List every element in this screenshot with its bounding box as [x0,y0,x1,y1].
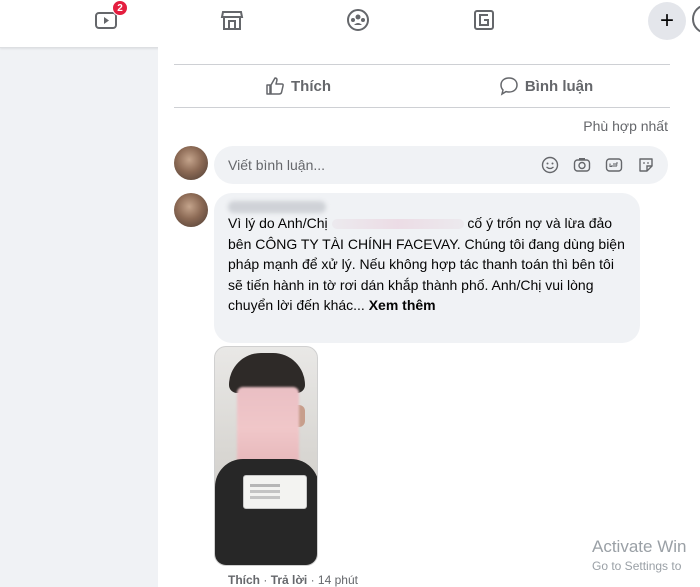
comment-sort-dropdown[interactable]: Phù hợp nhất [583,118,668,134]
comment-meta: · [310,573,315,587]
comment-reply-link[interactable]: Trả lời [271,573,308,587]
comment-input-tools [540,155,656,175]
comment-input[interactable]: Viết bình luận... [214,146,668,184]
blurred-face [237,387,299,469]
like-label: Thích [291,77,331,95]
gaming-icon [474,10,494,30]
create-button[interactable]: + [648,2,686,40]
watch-tab[interactable]: 2 [92,0,128,32]
commenter-avatar[interactable] [174,193,208,227]
messenger-button[interactable] [692,4,700,34]
emoji-icon[interactable] [540,155,560,175]
current-user-avatar[interactable] [174,146,208,180]
divider [174,64,670,65]
groups-icon [347,9,369,31]
comment-text: Vì lý do Anh/Chị cố ý trốn nợ và lừa đảo… [228,213,630,316]
comment-meta: Thích · Trả lời · 14 phút [228,573,358,587]
redacted-name [331,219,464,230]
comment-timestamp[interactable]: 14 phút [318,573,358,587]
comment-bubble: Vì lý do Anh/Chị cố ý trốn nợ và lừa đảo… [214,193,640,343]
marketplace-tab[interactable] [218,8,246,32]
plus-icon: + [659,7,674,34]
comment-icon [500,77,518,96]
comment-like-link[interactable]: Thích [228,573,260,587]
comment-label: Bình luận [524,77,594,95]
notification-badge: 2 [112,0,128,16]
watermark-line: Activate Win [592,537,687,556]
comment-photo[interactable] [214,346,318,566]
commenter-name-redacted[interactable] [228,201,326,213]
watermark-line: Go to Settings to [592,559,682,573]
id-card-in-photo [243,475,307,509]
comment-button[interactable]: Bình luận [422,66,670,106]
thumbs-up-icon [266,77,284,95]
comment-text-part: Vì lý do Anh/Chị [228,215,328,231]
groups-tab[interactable] [344,8,372,32]
divider [174,107,670,108]
sticker-icon[interactable] [636,155,656,175]
marketplace-icon [220,11,244,30]
comment-meta: · [263,573,268,587]
post-action-bar: Thích Bình luận [174,66,670,106]
like-button[interactable]: Thích [174,66,422,106]
gaming-tab[interactable] [470,8,498,32]
see-more-link[interactable]: Xem thêm [369,297,436,313]
camera-icon[interactable] [572,155,592,175]
gif-icon[interactable] [604,155,624,175]
comment-text-part: cố ý trốn nợ và lừa [467,215,585,231]
post-card: Thích Bình luận Phù hợp nhất Viết bình l… [158,40,700,587]
activation-watermark: Activate Win Go to Settings to [592,537,686,573]
comment-input-placeholder: Viết bình luận... [228,157,326,173]
